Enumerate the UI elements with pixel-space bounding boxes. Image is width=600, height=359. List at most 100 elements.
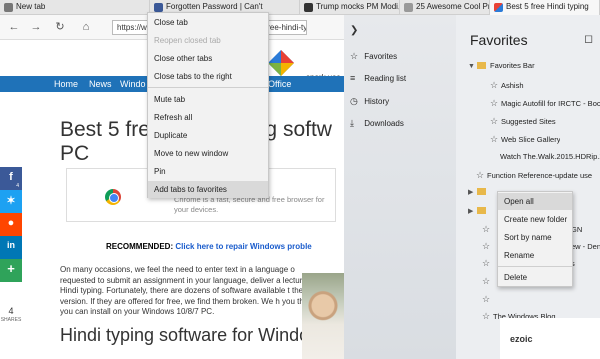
tab-best-5-hindi[interactable]: Best 5 free Hindi typing [490,0,600,15]
chrome-icon [105,189,121,205]
download-icon: ⤓ [350,118,354,128]
menu-rename[interactable]: Rename [498,247,572,264]
folder-label: Favorites Bar [490,61,535,70]
menu-pin[interactable]: Pin [148,163,268,180]
favorite-item[interactable]: ☆ Magic Autofill for IRCTC - Boo [490,98,600,110]
tab-bar: New tab Forgotten Password | Can't Trump… [0,0,600,15]
favorites-bar-folder[interactable]: ▼ Favorites Bar [468,61,535,73]
twitter-share-button[interactable]: ✶ [0,190,22,213]
reddit-icon: ● [7,217,15,229]
ad-text: Chrome is a fast, secure and free browse… [174,195,325,214]
shares-counter: 4 SHARES [0,307,22,325]
favorite-label: Suggested Sites [501,117,556,126]
menu-delete[interactable]: Delete [498,269,572,286]
author-photo [302,273,344,359]
favorite-item[interactable]: ☆ [482,294,493,306]
hub-reading-list[interactable]: ≡ Reading list [350,73,406,87]
favorite-item[interactable]: ☆ Suggested Sites [490,116,556,128]
menu-close-other-tabs[interactable]: Close other tabs [148,50,268,67]
star-icon: ☆ [482,258,491,268]
hub-favorites[interactable]: ☆ Favorites [350,51,397,65]
nav-windows[interactable]: Windo [120,79,146,89]
favorite-label: Web Slice Gallery [501,135,561,144]
menu-refresh-all[interactable]: Refresh all [148,109,268,126]
tab-trump-mocks[interactable]: Trump mocks PM Modi, say [300,0,400,15]
favorite-label: Ashish [501,81,524,90]
favorite-label: ew - Den [571,242,600,251]
tab-label: Forgotten Password | Can't [166,2,263,11]
site-logo-icon [494,3,503,12]
star-icon: ☆ [476,170,485,180]
pin-panel-icon[interactable]: ◻ [584,32,593,45]
menu-move-to-new-window[interactable]: Move to new window [148,145,268,162]
favorite-item[interactable]: ☆ [482,276,493,288]
menu-duplicate[interactable]: Duplicate [148,127,268,144]
back-arrow-icon[interactable]: ← [8,21,20,33]
menu-open-all[interactable]: Open all [498,193,572,210]
star-icon: ☆ [490,116,499,126]
recommended-line: RECOMMENDED: Click here to repair Window… [106,242,312,251]
linkedin-share-button[interactable]: in [0,236,22,259]
refresh-icon[interactable]: ↻ [54,21,66,33]
favorite-item[interactable]: ☆ Ashish [490,80,524,92]
menu-sort-by-name[interactable]: Sort by name [498,229,572,246]
more-share-button[interactable]: + [0,259,22,282]
menu-mute-tab[interactable]: Mute tab [148,91,268,108]
tab-label: New tab [16,2,46,11]
chevron-right-icon[interactable]: ❯ [350,25,358,36]
article-paragraph: On many occasions, we feel the need to e… [60,265,319,316]
folder-icon [477,188,486,195]
favorite-item[interactable]: ☆ Function Reference-update use [476,170,600,182]
favorite-folder[interactable]: ▶ [468,206,490,218]
menu-reopen-closed-tab[interactable]: Reopen closed tab [148,32,268,49]
star-icon: ☆ [482,311,491,321]
favorite-item[interactable]: Watch The.Walk.2015.HDRip.Xv [500,152,600,164]
ezoic-badge[interactable]: ezoic [500,318,600,359]
menu-close-tabs-right[interactable]: Close tabs to the right [148,68,268,85]
favorite-label: Function Reference-update use [487,171,593,180]
menu-close-tab[interactable]: Close tab [148,14,268,31]
forward-arrow-icon[interactable]: → [30,21,42,33]
twitter-icon: ✶ [6,195,16,207]
menu-add-tabs-to-favorites[interactable]: Add tabs to favorites [148,181,268,198]
tab-new-tab[interactable]: New tab [0,0,150,15]
favorite-item[interactable]: ☆ Web Slice Gallery [490,134,560,146]
menu-create-new-folder[interactable]: Create new folder [498,211,572,228]
facebook-icon: f [9,171,13,183]
home-icon[interactable]: ⌂ [80,21,92,33]
favorite-label: Watch The.Walk.2015.HDRip.Xv [500,152,600,161]
hub-history[interactable]: ◷ History [350,96,389,110]
site-logo [268,50,294,76]
chevron-right-icon: ▶ [468,189,474,196]
facebook-icon [154,3,163,12]
hub-nav-rail: ❯ ☆ Favorites ≡ Reading list ◷ History ⤓… [344,15,456,359]
reddit-share-button[interactable]: ● [0,213,22,236]
tab-label: 25 Awesome Cool Products [416,2,490,11]
star-icon: ☆ [482,241,491,251]
folder-icon [477,62,486,69]
shares-label: SHARES [0,317,22,323]
repair-windows-link[interactable]: Click here to repair Windows proble [175,242,311,251]
favorite-label: Magic Autofill for IRCTC - Boo [501,99,600,108]
favorite-folder[interactable]: ▶ [468,187,490,199]
ezoic-logo: ezoic [510,334,533,344]
hub-item-label: History [364,97,390,106]
social-share-bar: f 4 ✶ ● in + [0,167,22,282]
chevron-down-icon: ▼ [468,63,475,70]
nav-home[interactable]: Home [54,79,78,89]
history-icon: ◷ [350,96,358,106]
folder-icon [477,207,486,214]
star-icon: ☆ [350,51,359,61]
star-icon: ☆ [482,294,491,304]
tab-awesome-products[interactable]: 25 Awesome Cool Products [400,0,490,15]
hub-downloads[interactable]: ⤓ Downloads [350,118,404,132]
new-tab-icon [4,3,13,12]
menu-separator [498,266,572,267]
linkedin-icon: in [7,240,15,250]
facebook-share-button[interactable]: f 4 [0,167,22,190]
nav-office[interactable]: Office [268,79,291,89]
tab-label: Trump mocks PM Modi, say [316,2,400,11]
shares-count: 4 [8,306,14,316]
nav-news[interactable]: News [89,79,112,89]
chevron-right-icon: ▶ [468,208,474,215]
